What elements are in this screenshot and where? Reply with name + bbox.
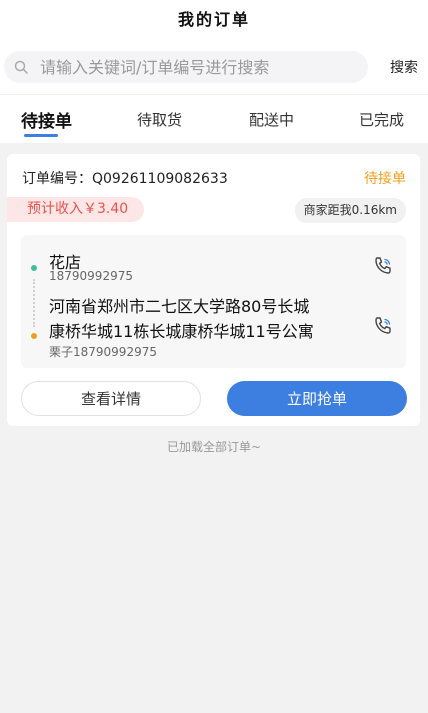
route-dashed-line [33,279,35,327]
tab-pending[interactable]: 待接单 [21,107,72,132]
order-tabs: 待接单 待取货 配送中 已完成 [0,94,428,143]
phone-call-icon[interactable] [372,315,394,337]
pickup-dot [31,265,37,271]
grab-order-button[interactable]: 立即抢单 [227,381,407,416]
estimated-income: 预计收入￥3.40 [7,197,145,222]
tab-completed[interactable]: 已完成 [359,109,404,130]
order-number: 订单编号：Q09261109082633 [22,171,228,187]
order-card: 订单编号：Q09261109082633 待接单 预计收入￥3.40 商家距我0… [7,154,420,426]
pickup-phone: 18790992975 [49,269,133,283]
merchant-distance: 商家距我0.16km [294,198,406,223]
all-loaded-text: 已加载全部订单~ [166,440,262,454]
search-button[interactable]: 搜索 [390,57,418,77]
phone-call-icon[interactable] [372,255,394,277]
search-icon [14,60,28,74]
view-details-button[interactable]: 查看详情 [21,381,201,416]
search-row: 搜索 [0,40,428,94]
dropoff-address: 河南省郑州市二七区大学路80号长城 康桥华城11栋长城康桥华城11号公寓 [49,294,359,344]
dropoff-dot [31,333,37,339]
active-tab-indicator [24,134,58,137]
receiver-info: 栗子18790992975 [49,345,157,359]
route-panel: 花店 18790992975 河南省郑州市二七区大学路80号长城 康桥华城11栋… [21,235,406,368]
order-status-badge: 待接单 [364,171,406,187]
dropoff-address-line2: 康桥华城11栋长城康桥华城11号公寓 [49,322,314,341]
top-area: 我的订单 搜索 [0,0,428,94]
search-box[interactable] [4,51,368,83]
tab-delivering[interactable]: 配送中 [249,109,294,130]
search-input[interactable] [40,57,360,77]
tab-to-pickup[interactable]: 待取货 [137,109,182,130]
page-title: 我的订单 [177,10,250,29]
dropoff-address-line1: 河南省郑州市二七区大学路80号长城 [49,297,310,316]
